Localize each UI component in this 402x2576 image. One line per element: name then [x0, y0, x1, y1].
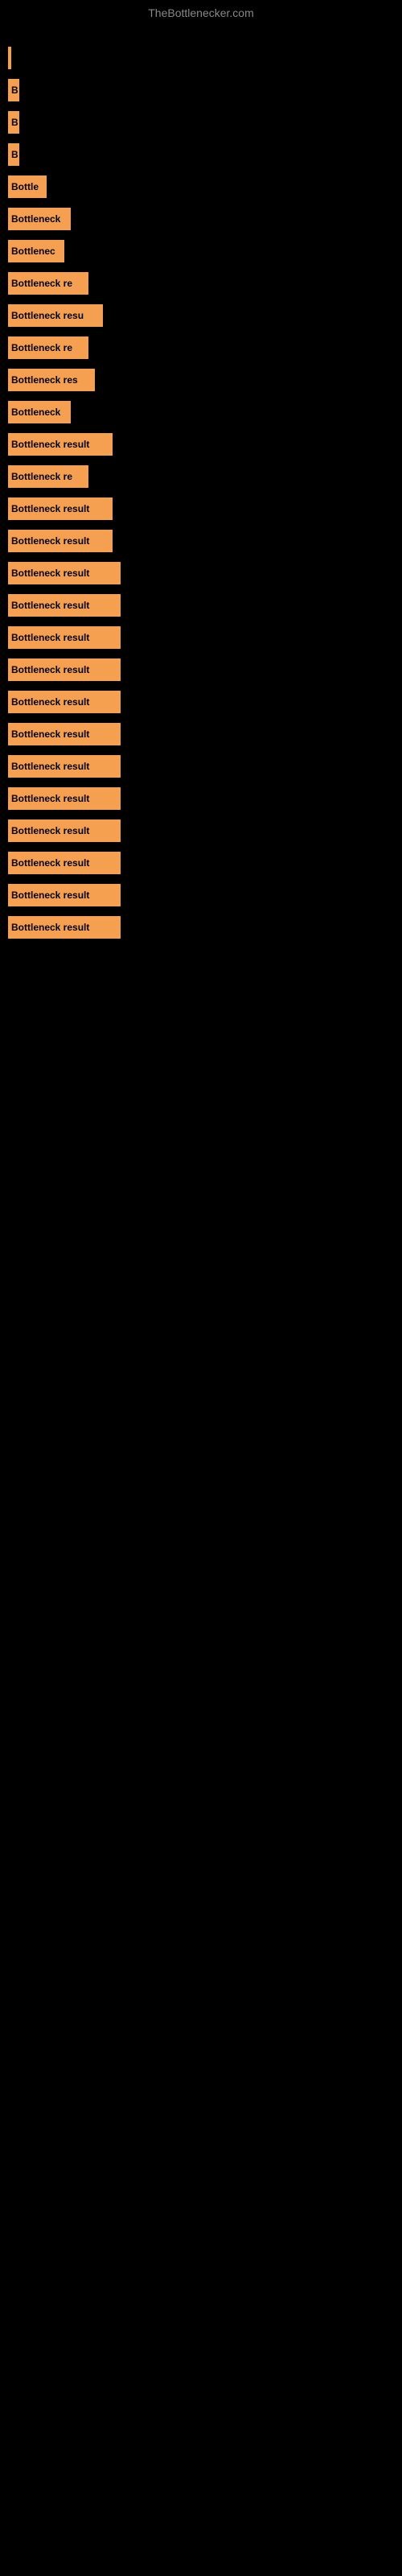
bar-label: Bottleneck result: [11, 568, 89, 579]
bar-row: Bottleneck result: [8, 497, 402, 520]
bar-label: Bottleneck result: [11, 761, 89, 772]
bar-label: Bottleneck result: [11, 503, 89, 514]
bar-row: Bottleneck re: [8, 272, 402, 295]
bar-label: Bottleneck result: [11, 890, 89, 901]
bar: [8, 47, 11, 69]
bar-label: B: [11, 117, 18, 128]
bar-row: [8, 47, 402, 69]
bar: Bottleneck result: [8, 691, 121, 713]
bar: Bottleneck re: [8, 336, 88, 359]
bar-row: Bottleneck result: [8, 594, 402, 617]
bar-label: Bottleneck result: [11, 664, 89, 675]
bar-row: Bottleneck result: [8, 691, 402, 713]
bar-label: Bottleneck res: [11, 374, 78, 386]
bar-label: Bottleneck: [11, 213, 60, 225]
bar-label: Bottleneck result: [11, 535, 89, 547]
bar: Bottleneck result: [8, 433, 113, 456]
bar: B: [8, 79, 19, 101]
bar-row: Bottleneck result: [8, 884, 402, 906]
bar-row: Bottleneck resu: [8, 304, 402, 327]
bar-row: Bottleneck result: [8, 723, 402, 745]
bar-label: Bottleneck result: [11, 439, 89, 450]
bar: Bottleneck result: [8, 852, 121, 874]
bar: Bottleneck res: [8, 369, 95, 391]
bar: Bottleneck result: [8, 658, 121, 681]
bar-row: Bottleneck: [8, 401, 402, 423]
bar: Bottleneck re: [8, 272, 88, 295]
bar-row: B: [8, 111, 402, 134]
bar-row: Bottleneck re: [8, 465, 402, 488]
bar-row: Bottleneck result: [8, 658, 402, 681]
bar: Bottlenec: [8, 240, 64, 262]
bar-label: Bottleneck result: [11, 857, 89, 869]
bar-label: Bottleneck result: [11, 696, 89, 708]
bar-label: Bottlenec: [11, 246, 55, 257]
bar-row: Bottleneck result: [8, 852, 402, 874]
bar-row: Bottleneck result: [8, 755, 402, 778]
bar: Bottleneck result: [8, 530, 113, 552]
bar-label: Bottleneck re: [11, 471, 72, 482]
bar: Bottleneck: [8, 401, 71, 423]
bar-label: Bottleneck re: [11, 342, 72, 353]
bar: B: [8, 111, 19, 134]
bar-row: Bottleneck result: [8, 916, 402, 939]
bar-label: Bottleneck re: [11, 278, 72, 289]
bar-row: Bottleneck res: [8, 369, 402, 391]
bar: Bottleneck result: [8, 884, 121, 906]
bar-row: B: [8, 79, 402, 101]
bar: Bottleneck result: [8, 787, 121, 810]
bar: Bottleneck resu: [8, 304, 103, 327]
bar: Bottleneck result: [8, 916, 121, 939]
bar-label: Bottleneck result: [11, 825, 89, 836]
bar-label: Bottleneck result: [11, 922, 89, 933]
bar-row: Bottleneck re: [8, 336, 402, 359]
bars-container: B B B Bottle Bottleneck Bottlenec Bottleneck r…: [0, 23, 402, 939]
bar-label: B: [11, 149, 18, 160]
bar-row: Bottleneck result: [8, 562, 402, 584]
bar: Bottleneck result: [8, 497, 113, 520]
bar: B: [8, 143, 19, 166]
bar-label: Bottleneck result: [11, 600, 89, 611]
bar-row: Bottleneck result: [8, 433, 402, 456]
bar: Bottleneck result: [8, 819, 121, 842]
bar: Bottleneck result: [8, 594, 121, 617]
bar-row: Bottlenec: [8, 240, 402, 262]
bar: Bottleneck re: [8, 465, 88, 488]
bar: Bottleneck: [8, 208, 71, 230]
bar-label: B: [11, 85, 18, 96]
bar-row: Bottleneck result: [8, 787, 402, 810]
bar-row: Bottleneck result: [8, 626, 402, 649]
bar-label: Bottleneck result: [11, 793, 89, 804]
bar: Bottleneck result: [8, 723, 121, 745]
bar-label: Bottleneck result: [11, 729, 89, 740]
bar-row: B: [8, 143, 402, 166]
site-title: TheBottlenecker.com: [0, 0, 402, 23]
bar-row: Bottle: [8, 175, 402, 198]
bar-label: Bottle: [11, 181, 39, 192]
bar: Bottleneck result: [8, 562, 121, 584]
bar: Bottleneck result: [8, 626, 121, 649]
bar-row: Bottleneck: [8, 208, 402, 230]
bar-label: Bottleneck: [11, 407, 60, 418]
bar-label: Bottleneck result: [11, 632, 89, 643]
bar-row: Bottleneck result: [8, 530, 402, 552]
bar: Bottleneck result: [8, 755, 121, 778]
bar-row: Bottleneck result: [8, 819, 402, 842]
bar: Bottle: [8, 175, 47, 198]
bar-label: Bottleneck resu: [11, 310, 84, 321]
